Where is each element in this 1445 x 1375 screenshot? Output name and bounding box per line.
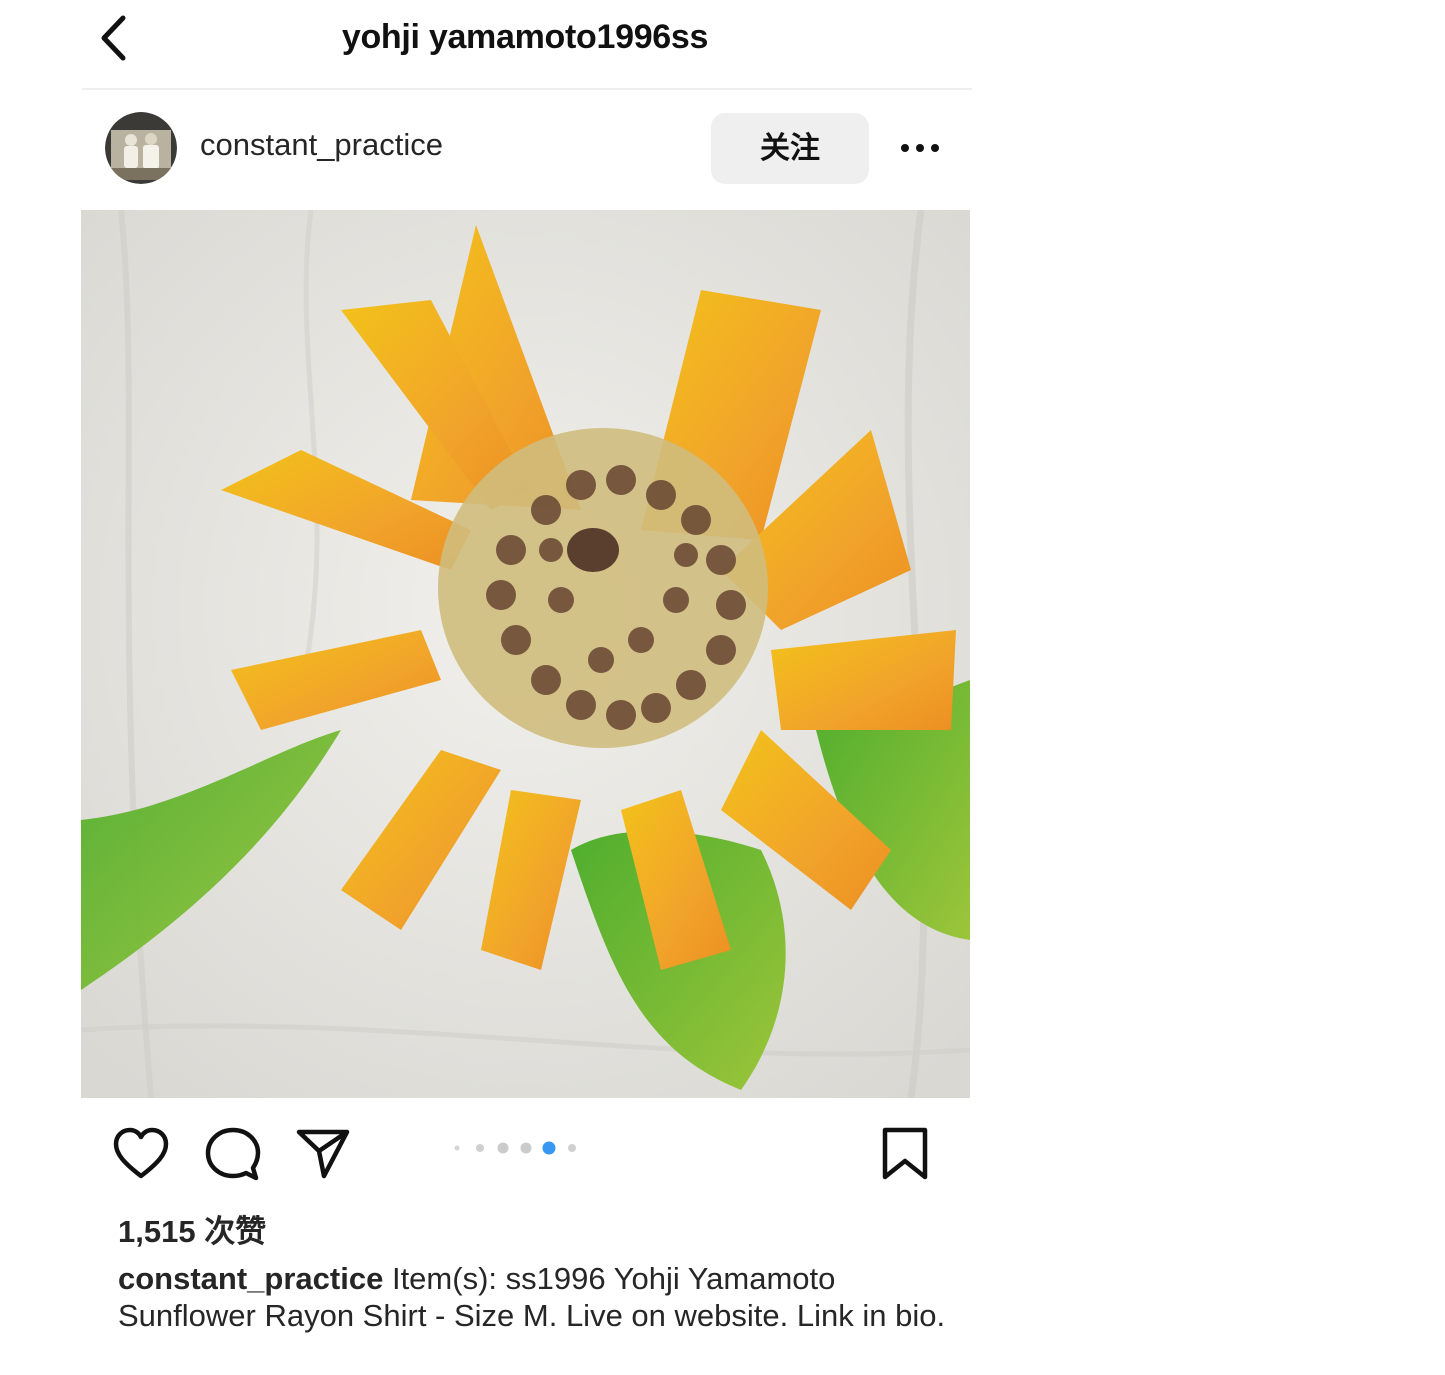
carousel-dot — [454, 1145, 460, 1151]
comment-bubble-icon — [205, 1127, 261, 1181]
more-options-button[interactable] — [897, 128, 943, 168]
carousel-indicator — [450, 1139, 580, 1157]
bookmark-icon — [882, 1127, 928, 1180]
carousel-dot — [568, 1144, 576, 1152]
save-button[interactable] — [878, 1125, 932, 1183]
likes-count[interactable]: 1,515 次赞 — [118, 1206, 266, 1251]
carousel-dot-active — [542, 1141, 556, 1155]
page-title: yohji yamamoto1996ss — [341, 18, 709, 56]
carousel-dot — [476, 1144, 484, 1152]
heart-icon — [113, 1127, 169, 1179]
post-username[interactable]: constant_practice — [200, 127, 443, 163]
post-caption: constant_practice Item(s): ss1996 Yohji … — [118, 1260, 948, 1334]
paper-plane-icon — [296, 1129, 350, 1179]
avatar[interactable] — [105, 112, 177, 184]
comment-button[interactable] — [203, 1125, 261, 1183]
more-horizontal-icon — [901, 144, 939, 152]
follow-button[interactable]: 关注 — [711, 113, 869, 184]
caption-username[interactable]: constant_practice — [118, 1261, 383, 1296]
chevron-left-icon — [101, 15, 126, 61]
carousel-dot — [520, 1142, 532, 1154]
like-button[interactable] — [112, 1125, 170, 1183]
carousel-dot — [497, 1142, 509, 1154]
avatar-image — [105, 112, 177, 184]
share-button[interactable] — [294, 1124, 352, 1182]
post-image[interactable] — [80, 209, 971, 1099]
sunflower-photo — [80, 209, 971, 1099]
back-button[interactable] — [95, 12, 139, 64]
